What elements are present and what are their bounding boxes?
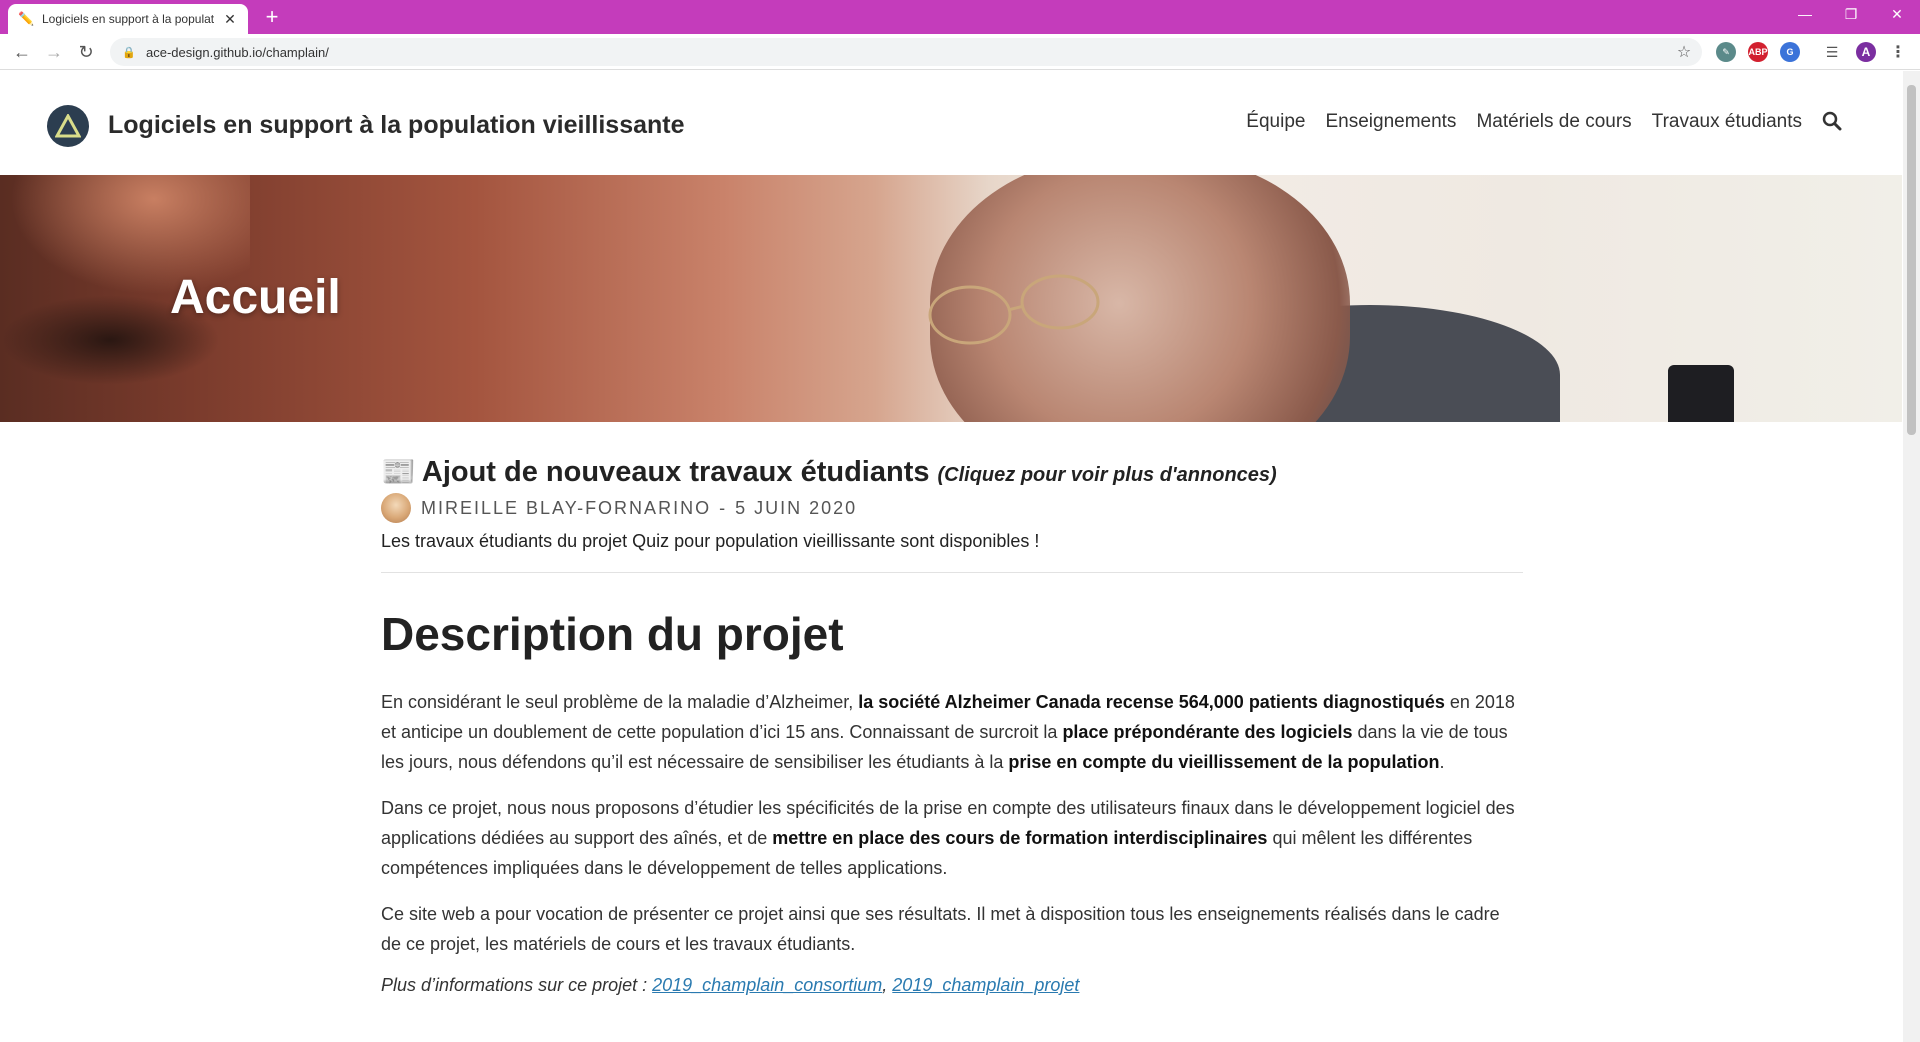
page-scrollbar[interactable] [1903,71,1920,1042]
search-icon[interactable] [1822,111,1842,137]
byline-separator: - [719,497,728,518]
nav-item-travaux[interactable]: Travaux étudiants [1652,111,1802,137]
main-content: 📰 Ajout de nouveaux travaux étudiants (C… [381,455,1523,996]
hero-banner: Accueil [0,175,1902,422]
announcement-title[interactable]: Ajout de nouveaux travaux étudiants [422,456,930,489]
minimize-icon[interactable]: — [1782,0,1828,28]
url-text: ace-design.github.io/champlain/ [146,44,329,60]
paragraph-3: Ce site web a pour vocation de présenter… [381,904,1500,954]
paragraph-2: Dans ce projet, nous nous proposons d’ét… [381,798,1515,878]
scrollbar-thumb[interactable] [1907,85,1916,435]
tab-title: Logiciels en support à la populat [42,12,215,26]
page-title: Accueil [170,271,341,324]
link-projet[interactable]: 2019_champlain_projet [892,975,1079,995]
divider [381,572,1523,573]
profile-avatar[interactable]: A [1856,42,1876,62]
forward-icon[interactable]: → [42,40,66,64]
reload-icon[interactable]: ↻ [74,40,98,64]
lock-icon: 🔒 [122,46,136,59]
site-logo[interactable] [47,105,89,147]
close-tab-icon[interactable]: ✕ [222,11,238,28]
reading-list-icon[interactable]: ☰ [1822,42,1842,62]
author-name: Mireille Blay-Fornarino [421,497,712,518]
main-nav: Équipe Enseignements Matériels de cours … [1246,111,1842,137]
nav-item-materiels[interactable]: Matériels de cours [1476,111,1631,137]
browser-tab[interactable]: ✏️ Logiciels en support à la populat ✕ [8,4,248,34]
hero-background-cup [1668,365,1734,422]
new-tab-button[interactable]: + [260,6,284,30]
announcement-date: 5 juin 2020 [735,497,858,518]
pencil-icon: ✏️ [18,11,35,26]
browser-toolbar: ← → ↻ 🔒 ace-design.github.io/champlain/ … [0,34,1920,70]
site-header: Logiciels en support à la population vie… [0,71,1902,175]
byline: Mireille Blay-Fornarino - 5 juin 2020 [381,493,1523,523]
nav-item-enseignements[interactable]: Enseignements [1325,111,1456,137]
paragraph-1: En considérant le seul problème de la ma… [381,692,1515,772]
bookmark-star-icon[interactable]: ☆ [1672,42,1696,62]
newspaper-icon: 📰 [381,456,416,487]
announcement-summary: Les travaux étudiants du projet Quiz pou… [381,531,1040,551]
triangle-icon [55,114,81,138]
close-window-icon[interactable]: ✕ [1874,0,1920,28]
announcement-heading[interactable]: 📰 Ajout de nouveaux travaux étudiants (C… [381,455,1523,489]
tab-strip: ✏️ Logiciels en support à la populat ✕ +… [0,0,1920,34]
author-avatar [381,493,411,523]
more-info: Plus d’informations sur ce projet : 2019… [381,975,1080,995]
menu-kebab-icon[interactable]: ⋮ [1888,42,1908,62]
hero-glasses [928,274,1100,345]
section-heading: Description du projet [381,608,844,660]
restore-icon[interactable]: ❐ [1828,0,1874,28]
address-bar[interactable]: 🔒 ace-design.github.io/champlain/ ☆ [110,38,1702,66]
site-title[interactable]: Logiciels en support à la population vie… [108,111,685,140]
nav-item-equipe[interactable]: Équipe [1246,111,1305,137]
translate-extension-icon[interactable]: G [1780,42,1800,62]
eyedropper-extension-icon[interactable]: ✎ [1716,42,1736,62]
announcement-more-link[interactable]: (Cliquez pour voir plus d'annonces) [937,464,1276,487]
back-icon[interactable]: ← [10,40,34,64]
link-consortium[interactable]: 2019_champlain_consortium [652,975,882,995]
adblock-extension-icon[interactable]: ABP [1748,42,1768,62]
